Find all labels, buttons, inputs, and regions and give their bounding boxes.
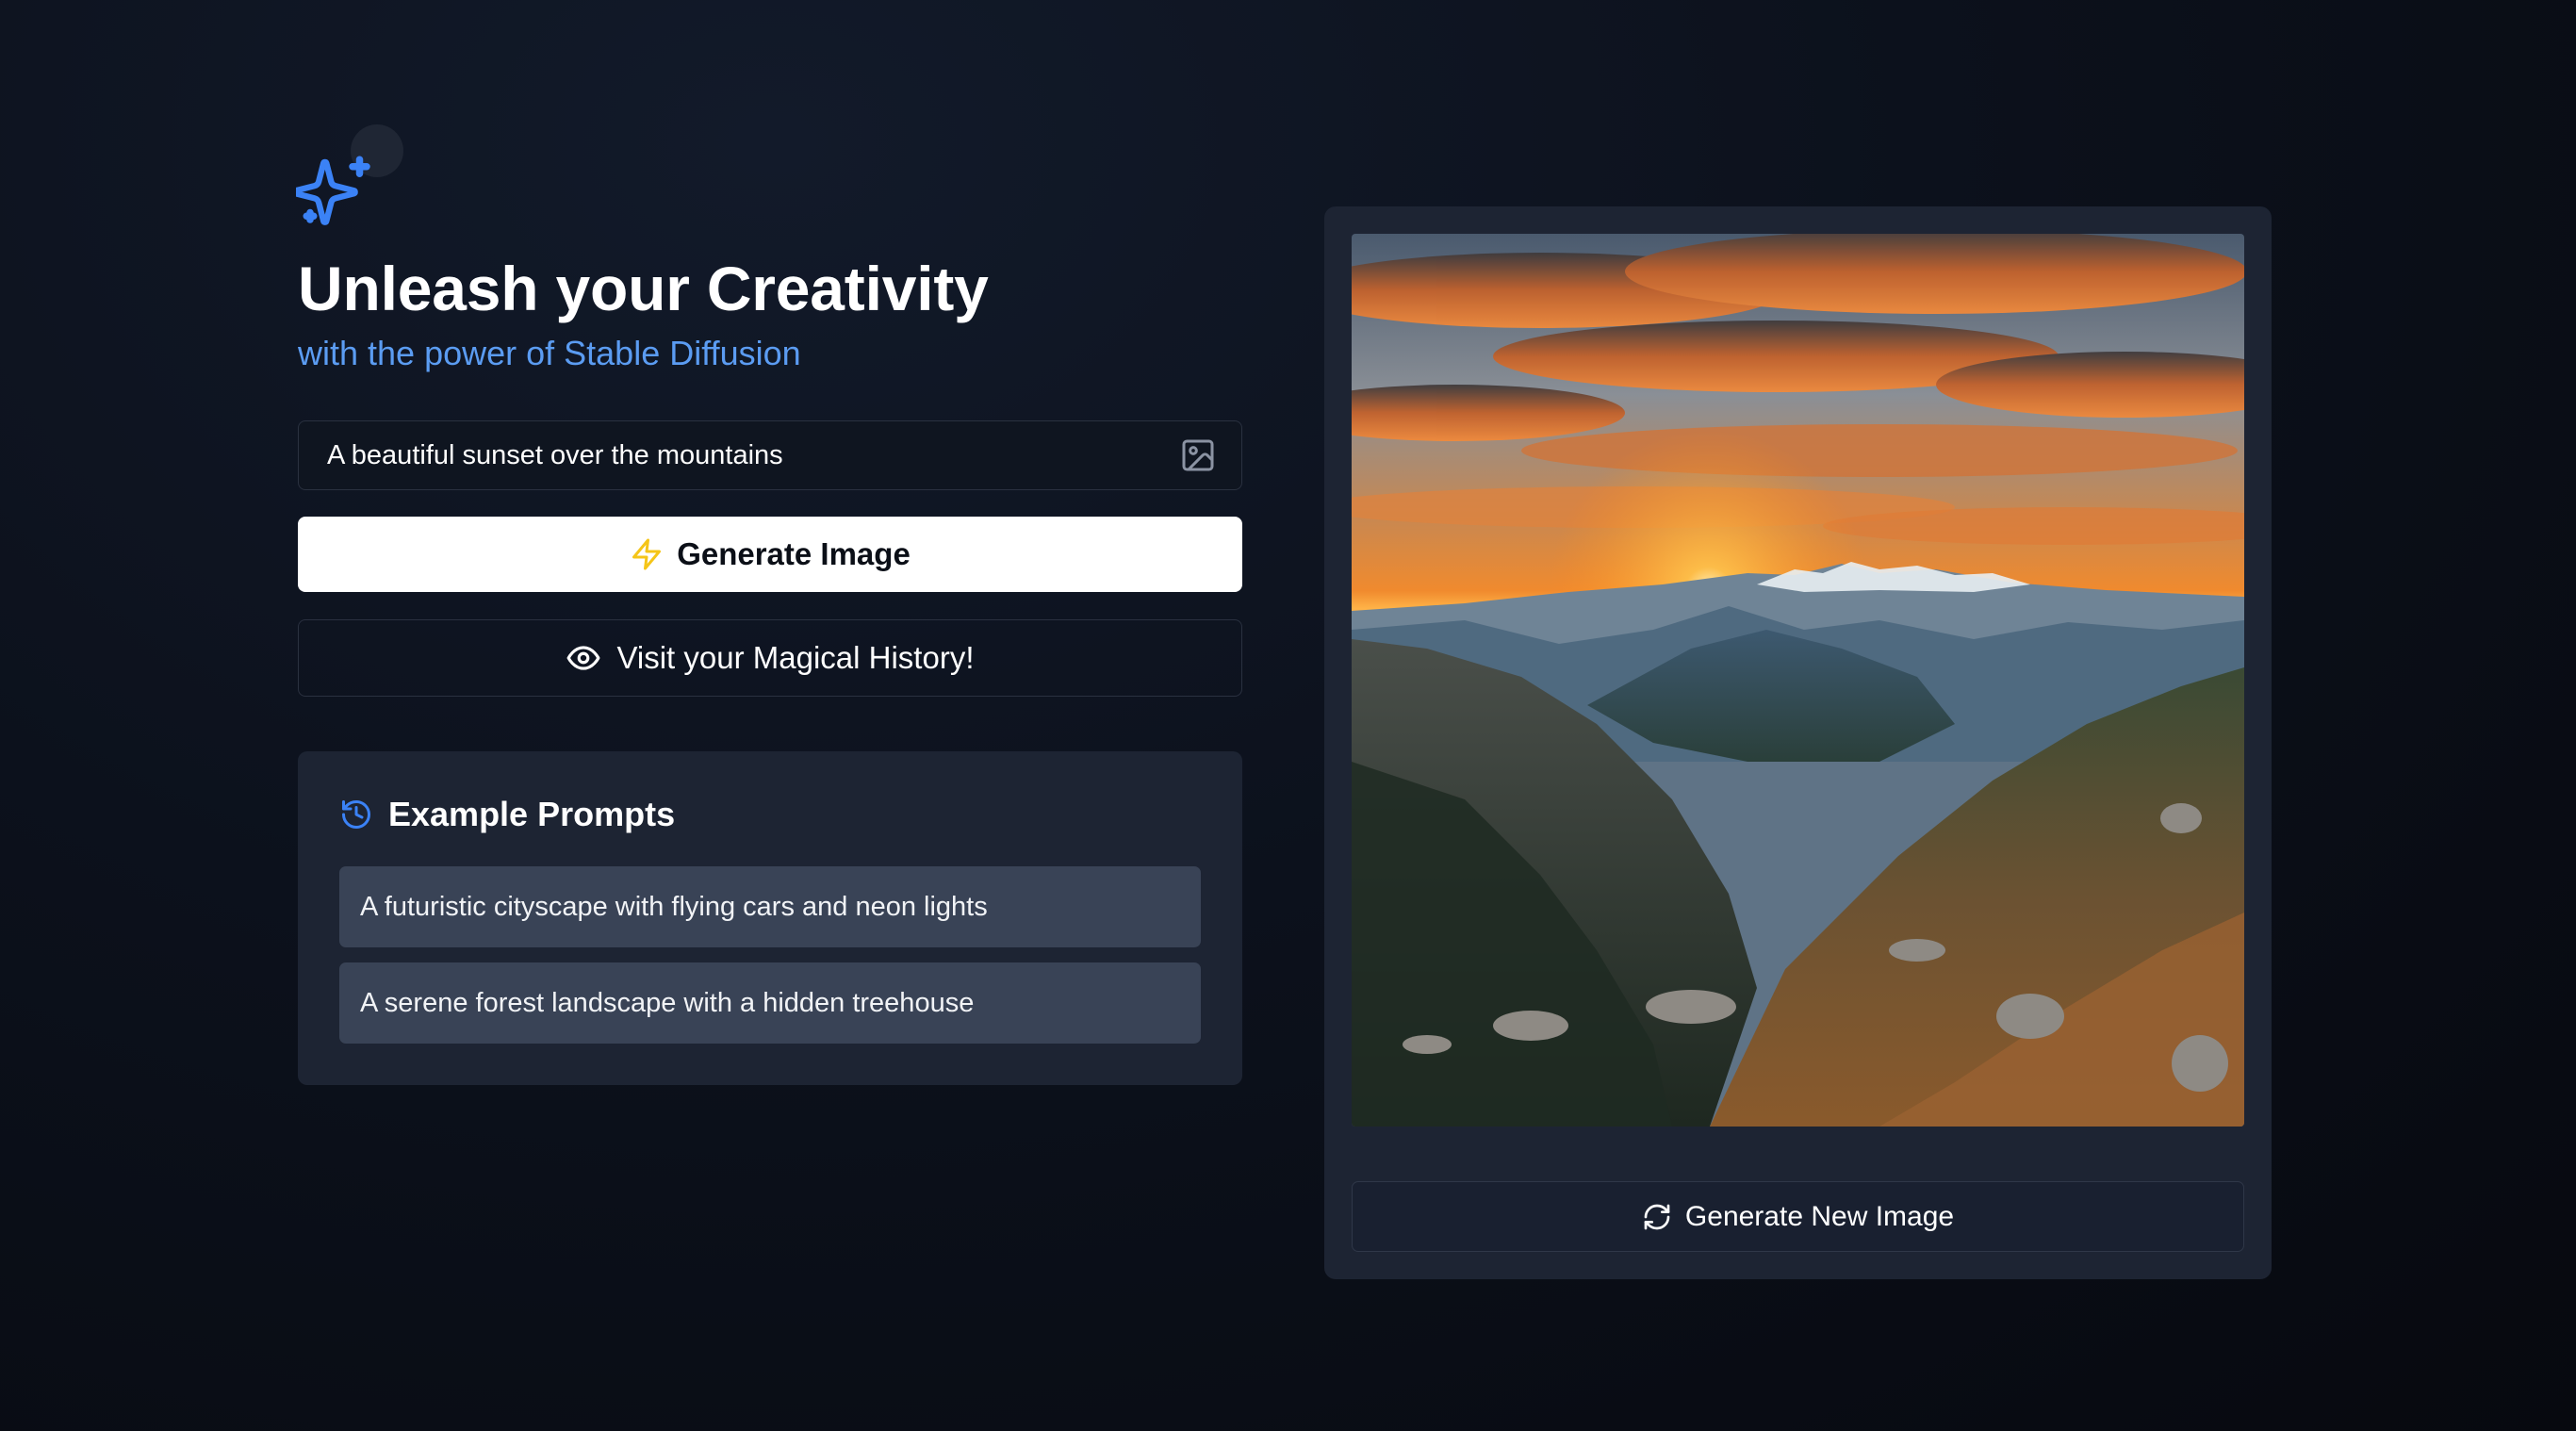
generate-new-image-button[interactable]: Generate New Image (1352, 1181, 2244, 1252)
example-prompts-title: Example Prompts (388, 795, 676, 834)
generate-image-label: Generate Image (677, 536, 911, 572)
result-panel: Generate New Image (1324, 206, 2272, 1279)
lightning-icon (632, 538, 662, 570)
generate-image-button[interactable]: Generate Image (298, 517, 1242, 593)
generate-new-image-label: Generate New Image (1684, 1200, 1955, 1232)
example-prompts-card: Example Prompts A futuristic cityscape w… (298, 751, 1242, 1086)
prompt-field[interactable] (298, 420, 1242, 491)
logo (296, 123, 403, 236)
example-prompt-item[interactable]: A futuristic cityscape with flying cars … (339, 866, 1201, 948)
image-icon[interactable] (1179, 436, 1217, 474)
refresh-icon (1644, 1204, 1670, 1229)
generated-image (1352, 234, 2244, 1127)
page-subtitle: with the power of Stable Diffusion (298, 334, 801, 373)
page-title: Unleash your Creativity (298, 254, 989, 323)
example-prompt-item[interactable]: A serene forest landscape with a hidden … (339, 962, 1201, 1044)
example-prompt-label: A serene forest landscape with a hidden … (360, 987, 975, 1018)
example-prompt-label: A futuristic cityscape with flying cars … (360, 891, 988, 922)
magical-history-button[interactable]: Visit your Magical History! (298, 619, 1242, 698)
example-prompts-header: Example Prompts (339, 795, 1201, 834)
left-panel: Unleash your Creativity with the power o… (296, 123, 1242, 1086)
magical-history-label: Visit your Magical History! (616, 640, 975, 676)
sparkles-icon (296, 156, 370, 225)
prompt-input[interactable] (327, 439, 1179, 471)
history-icon (342, 800, 370, 830)
sunset-mountains-image (1352, 234, 2244, 1127)
eye-icon (567, 646, 600, 671)
